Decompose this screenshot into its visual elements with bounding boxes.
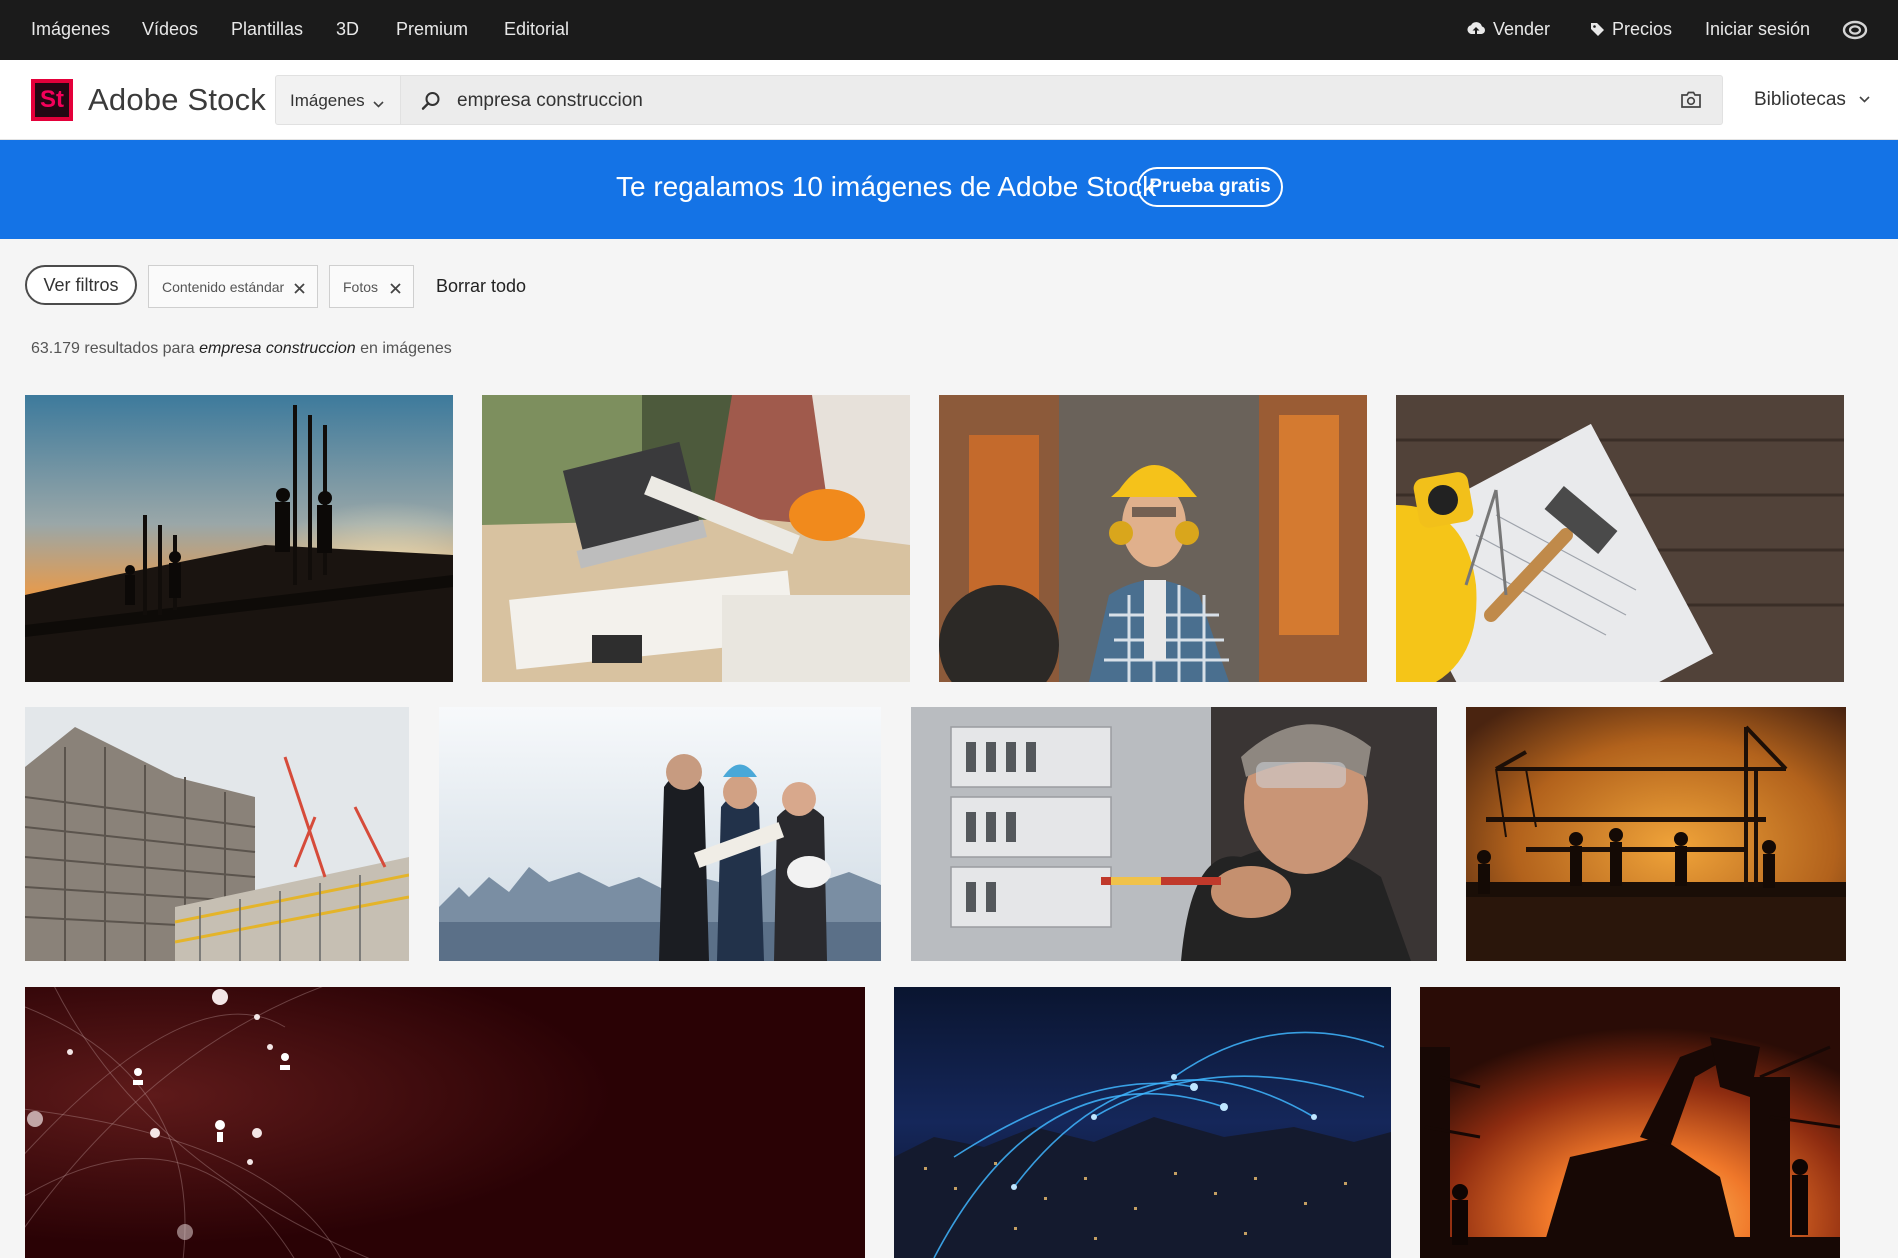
show-filters-button[interactable]: Ver filtros (25, 265, 137, 305)
image-thumbnail[interactable] (482, 395, 910, 682)
search-type-label: Imágenes (290, 91, 365, 110)
sell-link[interactable]: Vender (1466, 19, 1550, 42)
search-type-dropdown[interactable]: Imágenes (275, 75, 401, 125)
chevron-down-icon (1859, 96, 1870, 103)
libraries-label: Bibliotecas (1754, 89, 1846, 110)
image-thumbnail[interactable] (25, 707, 409, 961)
results-query: empresa construccion (199, 340, 356, 357)
promo-banner: Te regalamos 10 imágenes de Adobe Stock … (0, 140, 1898, 239)
image-thumbnail[interactable] (25, 395, 453, 682)
signin-link[interactable]: Iniciar sesión (1705, 19, 1810, 40)
results-summary: 63.179 resultados para empresa construcc… (31, 340, 452, 358)
sell-label: Vender (1493, 19, 1551, 39)
image-thumbnail[interactable] (439, 707, 881, 961)
image-thumbnail[interactable] (894, 987, 1391, 1258)
nav-item-plantillas[interactable]: Plantillas (231, 19, 303, 40)
pricing-label: Precios (1612, 19, 1673, 39)
price-tag-icon (1590, 21, 1605, 42)
filter-chip-standard-content[interactable]: Contenido estándar (148, 265, 318, 308)
visual-search-camera-icon[interactable] (1680, 91, 1702, 114)
search-input[interactable]: empresa construccion (401, 75, 1723, 125)
close-icon[interactable] (390, 281, 401, 297)
top-navigation: Imágenes Vídeos Plantillas 3D Premium Ed… (0, 0, 1898, 60)
filter-chip-label: Fotos (343, 279, 379, 295)
close-icon[interactable] (294, 281, 305, 297)
pricing-link[interactable]: Precios (1590, 19, 1672, 42)
nav-item-videos[interactable]: Vídeos (142, 19, 198, 40)
nav-item-premium[interactable]: Premium (396, 19, 468, 40)
adobe-stock-logo[interactable]: St (31, 79, 73, 121)
image-thumbnail[interactable] (939, 395, 1367, 682)
image-thumbnail[interactable] (1420, 987, 1840, 1258)
nav-item-imagenes[interactable]: Imágenes (31, 19, 110, 40)
clear-all-filters-link[interactable]: Borrar todo (436, 276, 526, 297)
brand-name[interactable]: Adobe Stock (88, 82, 266, 118)
results-count: 63.179 (31, 340, 80, 357)
libraries-dropdown[interactable]: Bibliotecas (1754, 89, 1870, 111)
nav-item-editorial[interactable]: Editorial (504, 19, 569, 40)
image-thumbnail[interactable] (1466, 707, 1846, 961)
image-thumbnail[interactable] (911, 707, 1437, 961)
search-icon (421, 91, 441, 116)
chevron-down-icon (373, 93, 384, 113)
results-suffix: en imágenes (360, 340, 452, 357)
image-thumbnail[interactable] (1396, 395, 1844, 682)
cloud-upload-icon (1466, 21, 1486, 42)
filter-chip-photos[interactable]: Fotos (329, 265, 414, 308)
search-query-text[interactable]: empresa construccion (457, 90, 643, 112)
filter-chip-label: Contenido estándar (162, 279, 285, 295)
results-label: resultados para (84, 340, 195, 357)
nav-item-3d[interactable]: 3D (336, 19, 359, 40)
creative-cloud-icon[interactable] (1842, 19, 1868, 46)
free-trial-button[interactable]: Prueba gratis (1137, 167, 1283, 207)
image-thumbnail[interactable] (25, 987, 865, 1258)
header-bar: St Adobe Stock Imágenes empresa construc… (0, 60, 1898, 140)
promo-message: Te regalamos 10 imágenes de Adobe Stock (616, 171, 1157, 202)
